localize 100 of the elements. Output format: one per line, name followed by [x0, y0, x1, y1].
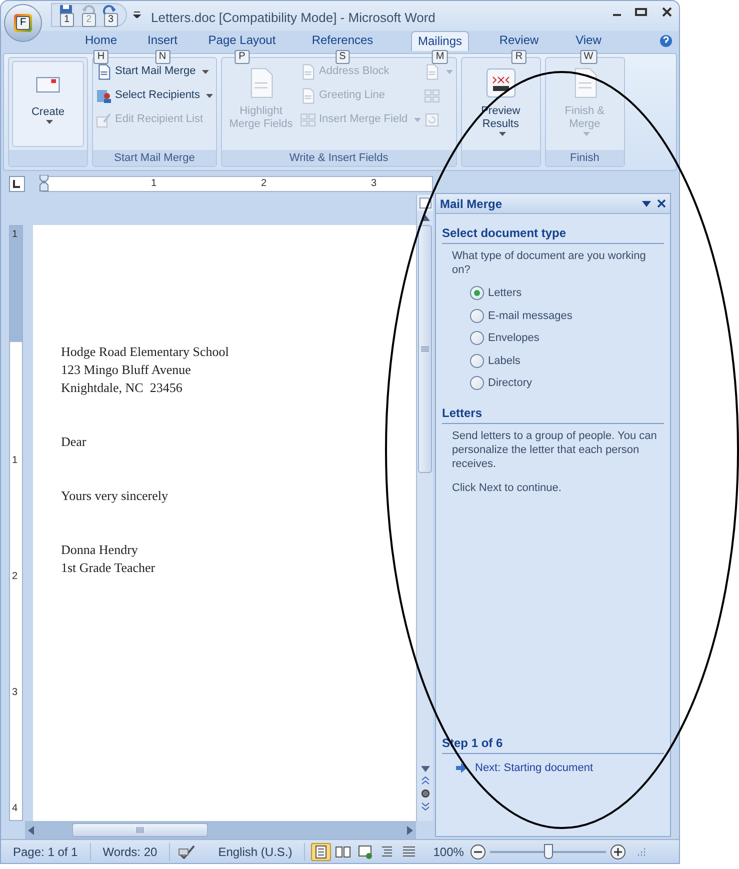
ribbon-tab[interactable]: Mailings: [410, 31, 469, 51]
zoom-slider-thumb[interactable]: [544, 844, 553, 858]
ruler-number: 3: [12, 688, 18, 698]
scroll-left-icon: [28, 826, 34, 834]
zoom-level[interactable]: 100%: [427, 842, 470, 860]
keytip: F: [16, 16, 30, 30]
pane-menu-caret-icon: [642, 200, 651, 206]
ribbon-button[interactable]: Select Recipients: [96, 85, 213, 106]
page-indicator[interactable]: Page: 1 of 1: [1, 842, 91, 860]
document-line: Donna Hendry: [61, 541, 139, 559]
keytip: 2: [82, 13, 96, 27]
browse-object-icon: [420, 789, 430, 798]
view-button[interactable]: [311, 842, 332, 860]
print-view-icon: [313, 844, 330, 860]
radio-button[interactable]: [470, 376, 484, 390]
document-line: Hodge Road Elementary School: [61, 343, 230, 361]
maximize-icon: [635, 6, 647, 18]
ruler-number: 3: [371, 178, 377, 190]
document-icon: [300, 88, 316, 104]
reading-view-icon: [335, 844, 352, 860]
description-text: Click Next to continue.: [451, 480, 562, 494]
keytip: M: [432, 50, 448, 64]
dropdown-caret-icon: [582, 131, 590, 136]
proofing-icon: [178, 844, 196, 858]
word-count[interactable]: Words: 20: [90, 842, 170, 860]
refresh-icon: [424, 112, 440, 128]
task-pane-title: Mail Merge: [440, 196, 502, 212]
description-text: Send letters to a group of people. You can personalize the letter that each person receives.: [451, 428, 658, 470]
description-text: What type of document are you working on?: [451, 249, 647, 277]
radio-button[interactable]: [470, 331, 484, 346]
zoom-out-icon: [470, 844, 486, 860]
grid-icon: [424, 88, 440, 104]
ribbon-tab[interactable]: Review: [493, 31, 545, 51]
keytip: P: [234, 50, 250, 64]
group-label: Finish: [546, 150, 624, 166]
dropdown-caret-icon: [46, 119, 53, 124]
scroll-thumb[interactable]: [72, 823, 208, 837]
keytip: H: [93, 50, 109, 64]
ribbon-tab[interactable]: View: [570, 31, 608, 51]
dropdown-caret-icon: [446, 69, 453, 74]
resize-grip-icon: [636, 846, 646, 856]
arrow-right-icon: [456, 762, 467, 773]
document-icon: [300, 64, 316, 80]
language-indicator[interactable]: English (U.S.): [204, 842, 306, 860]
ruler-number: 1: [151, 178, 157, 190]
minimize-icon: [613, 14, 621, 16]
document-line: 1st Grade Teacher: [61, 559, 156, 577]
keytip: 1: [60, 13, 74, 27]
ruler-number: 1: [12, 230, 18, 240]
ruler-number: 2: [261, 178, 267, 190]
document-line: Yours very sincerely: [61, 487, 169, 505]
ribbon-tab[interactable]: Home: [78, 31, 123, 51]
help-icon: [659, 34, 673, 48]
ruler-number: 2: [12, 572, 18, 582]
keytip: 3: [104, 13, 118, 27]
ribbon-tab[interactable]: References: [306, 31, 380, 51]
dropdown-caret-icon: [414, 117, 421, 122]
radio-label[interactable]: E-mail messages: [488, 308, 572, 324]
scroll-up-icon: [420, 215, 430, 221]
preview-icon: [484, 67, 517, 99]
document-icon: [424, 64, 440, 80]
document-line: Knightdale, NC 23456: [61, 379, 184, 397]
dropdown-caret-icon: [202, 69, 209, 74]
office-button[interactable]: F: [4, 4, 42, 42]
ribbon-button[interactable]: Start Mail Merge: [96, 61, 213, 82]
dropdown-caret-icon: [498, 131, 506, 136]
radio-button[interactable]: [470, 286, 484, 300]
document-line: Dear: [61, 433, 88, 451]
tab-stop-icon: [9, 176, 25, 192]
section-heading: Select document type: [442, 224, 664, 244]
keytip: W: [580, 50, 598, 64]
group-label: Start Mail Merge: [93, 150, 216, 166]
ribbon-tab[interactable]: Page Layout: [202, 31, 282, 51]
ribbon-tab[interactable]: Insert: [141, 31, 184, 51]
people-icon: [96, 88, 112, 104]
scroll-thumb[interactable]: [418, 225, 432, 473]
radio-label[interactable]: Letters: [488, 285, 522, 302]
section-heading: Letters: [442, 404, 664, 424]
grip-icon: [421, 346, 429, 352]
quick-access-button[interactable]: 1: [58, 4, 74, 24]
radio-label[interactable]: Directory: [488, 375, 532, 392]
indent-marker-icon: [39, 175, 49, 193]
zoom-in-icon: [610, 844, 626, 860]
ruler-number: 1: [12, 456, 18, 466]
radio-button[interactable]: [470, 354, 484, 368]
radio-label[interactable]: Labels: [488, 352, 520, 369]
radio-label[interactable]: Envelopes: [488, 330, 540, 346]
ribbon-button[interactable]: Create: [12, 61, 84, 147]
grip-icon: [136, 827, 144, 833]
keytip: R: [511, 50, 527, 64]
list-edit-icon: [96, 112, 112, 128]
draft-view-icon: [401, 844, 418, 860]
scroll-right-icon: [407, 826, 413, 834]
next-step-link[interactable]: Next: Starting document: [475, 760, 594, 776]
document-icon: [96, 64, 112, 80]
quick-access-button[interactable]: 3: [102, 4, 118, 24]
keytip: S: [335, 50, 350, 64]
radio-button[interactable]: [470, 308, 484, 323]
scroll-down-icon: [420, 766, 430, 772]
previous-page-icon: [420, 776, 430, 785]
